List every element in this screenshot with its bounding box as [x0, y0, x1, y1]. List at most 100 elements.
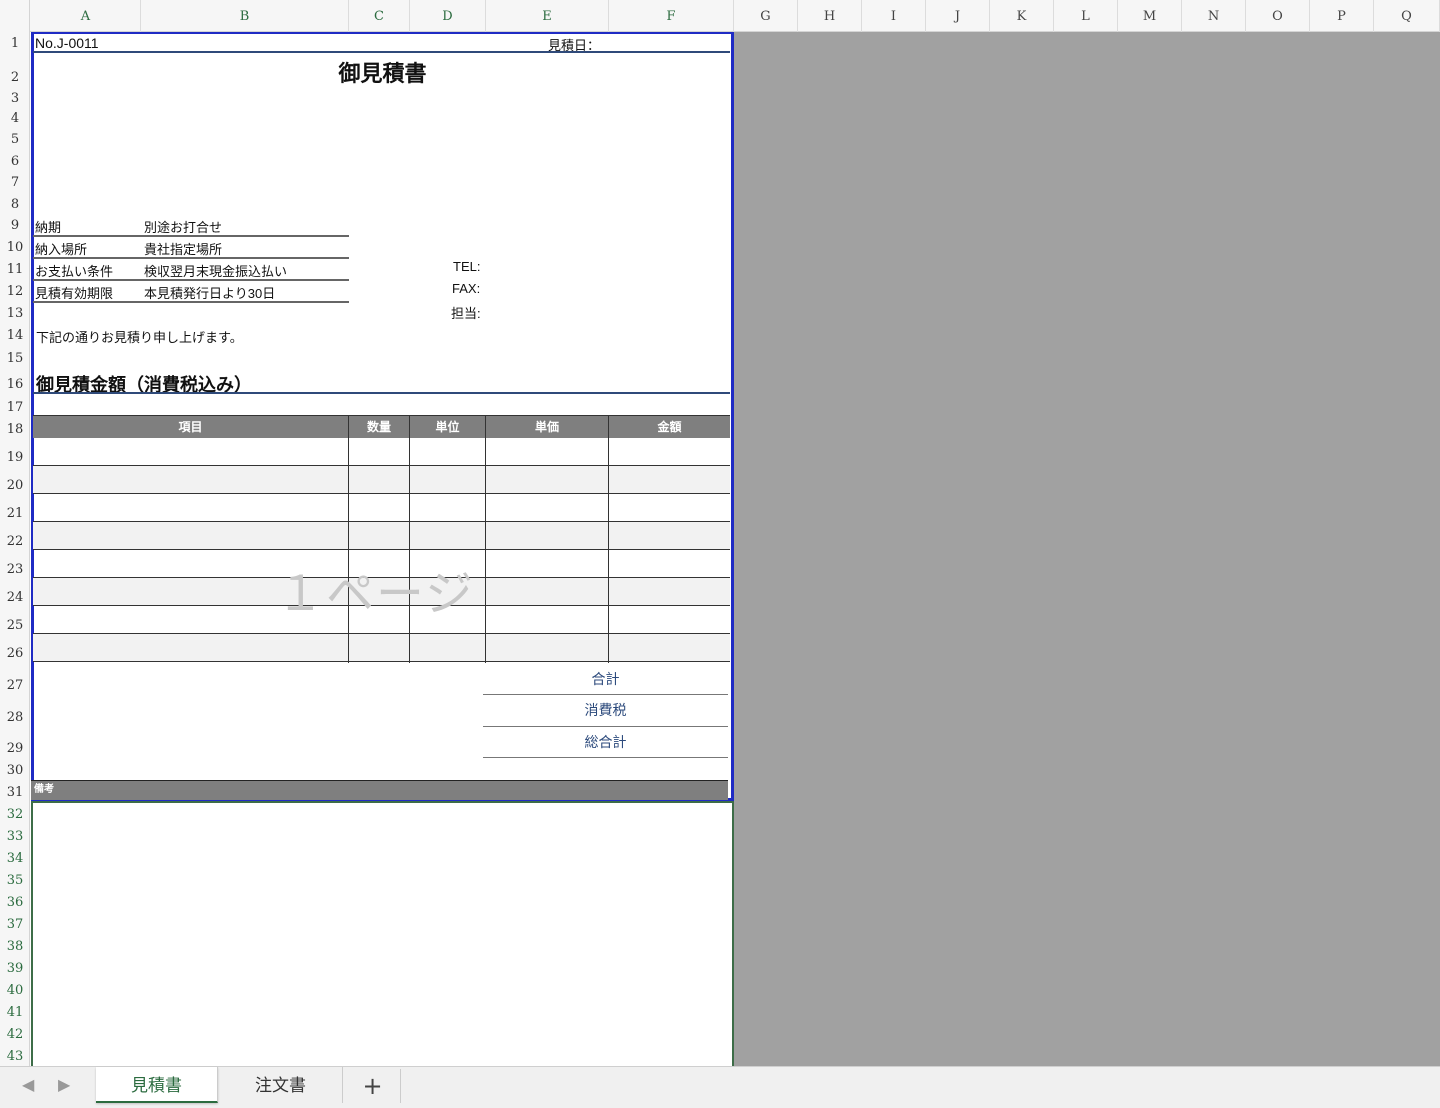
subtotal-underline [483, 694, 728, 695]
column-header-j[interactable]: J [926, 0, 990, 32]
row-header[interactable]: 41 [0, 1005, 30, 1020]
row-header[interactable]: 7 [0, 175, 30, 190]
table-row[interactable] [33, 634, 730, 662]
header-unit-price[interactable]: 単価 [486, 416, 609, 438]
row-header[interactable]: 34 [0, 851, 30, 866]
row-header[interactable]: 39 [0, 961, 30, 976]
tab-sheet-order[interactable]: 注文書 [219, 1067, 343, 1103]
column-header-i[interactable]: I [862, 0, 926, 32]
table-row[interactable] [33, 494, 730, 522]
row-header[interactable]: 5 [0, 132, 30, 147]
row-header[interactable]: 30 [0, 763, 30, 778]
column-header-h[interactable]: H [798, 0, 862, 32]
row-header[interactable]: 24 [0, 590, 30, 605]
table-row[interactable] [33, 522, 730, 550]
row-header[interactable]: 19 [0, 450, 30, 465]
row-header[interactable]: 40 [0, 983, 30, 998]
row-1-divider [33, 51, 730, 53]
row-header[interactable]: 17 [0, 400, 30, 415]
row-header[interactable]: 42 [0, 1027, 30, 1042]
prev-sheet-icon[interactable]: ◀ [22, 1075, 34, 1094]
row-header[interactable]: 33 [0, 829, 30, 844]
column-header-g[interactable]: G [734, 0, 798, 32]
row-header[interactable]: 29 [0, 741, 30, 756]
row-header[interactable]: 3 [0, 91, 30, 106]
row-header[interactable]: 10 [0, 240, 30, 255]
next-sheet-icon[interactable]: ▶ [58, 1075, 70, 1094]
column-header-l[interactable]: L [1054, 0, 1118, 32]
row-header[interactable]: 18 [0, 422, 30, 437]
row-header[interactable]: 35 [0, 873, 30, 888]
select-all-corner[interactable] [0, 0, 30, 32]
term-label-delivery[interactable]: 納期 [35, 217, 61, 236]
column-header-n[interactable]: N [1182, 0, 1246, 32]
row-header[interactable]: 23 [0, 562, 30, 577]
header-quantity[interactable]: 数量 [349, 416, 410, 438]
term-value-place[interactable]: 貴社指定場所 [144, 239, 222, 258]
column-header-b[interactable]: B [141, 0, 349, 32]
header-unit[interactable]: 単位 [410, 416, 486, 438]
term-value-payment[interactable]: 検収翌月末現金振込払い [144, 261, 287, 280]
term-value-delivery[interactable]: 別途お打合せ [144, 217, 222, 236]
row-header[interactable]: 43 [0, 1049, 30, 1064]
document-title[interactable]: 御見積書 [31, 56, 734, 88]
row-header[interactable]: 14 [0, 328, 30, 343]
row-header[interactable]: 12 [0, 284, 30, 299]
column-header-f[interactable]: F [609, 0, 734, 32]
row-header[interactable]: 11 [0, 262, 30, 277]
contact-label[interactable]: 担当: [451, 303, 481, 322]
term-label-payment[interactable]: お支払い条件 [35, 261, 113, 280]
row-header[interactable]: 13 [0, 306, 30, 321]
row-header[interactable]: 8 [0, 197, 30, 212]
subtotal-label[interactable]: 合計 [483, 669, 728, 689]
row-header[interactable]: 1 [0, 36, 30, 51]
row-header[interactable]: 27 [0, 678, 30, 693]
tel-label[interactable]: TEL: [453, 259, 480, 274]
quote-number[interactable]: No.J-0011 [35, 35, 99, 51]
add-sheet-button[interactable]: + [345, 1069, 401, 1103]
row-header[interactable]: 2 [0, 70, 30, 85]
total-label[interactable]: 総合計 [483, 732, 728, 752]
column-header-a[interactable]: A [31, 0, 141, 32]
column-header-o[interactable]: O [1246, 0, 1310, 32]
row-header[interactable]: 37 [0, 917, 30, 932]
header-item[interactable]: 項目 [33, 416, 349, 438]
row-header[interactable]: 6 [0, 154, 30, 169]
row-header[interactable]: 9 [0, 218, 30, 233]
table-row[interactable] [33, 438, 730, 466]
header-amount[interactable]: 金額 [609, 416, 730, 438]
row-header[interactable]: 21 [0, 506, 30, 521]
row-header[interactable]: 16 [0, 377, 30, 392]
remarks-header[interactable]: 備考 [31, 780, 728, 800]
tab-sheet-quote[interactable]: 見積書 [96, 1067, 218, 1103]
term-label-place[interactable]: 納入場所 [35, 239, 87, 258]
term-divider [33, 279, 349, 281]
column-header-k[interactable]: K [990, 0, 1054, 32]
row-header[interactable]: 22 [0, 534, 30, 549]
worksheet-grid[interactable]: No.J-0011 見積日： 御見積書 納期 別途お打合せ 納入場所 貴社指定場… [31, 32, 734, 1066]
fax-label[interactable]: FAX: [452, 281, 480, 296]
column-header-c[interactable]: C [349, 0, 410, 32]
row-header[interactable]: 31 [0, 785, 30, 800]
row-header[interactable]: 26 [0, 646, 30, 661]
row-header[interactable]: 28 [0, 710, 30, 725]
term-value-validity[interactable]: 本見積発行日より30日 [144, 283, 275, 302]
term-label-validity[interactable]: 見積有効期限 [35, 283, 113, 302]
row-header[interactable]: 32 [0, 807, 30, 822]
column-header-m[interactable]: M [1118, 0, 1182, 32]
row-header[interactable]: 4 [0, 111, 30, 126]
row-header[interactable]: 15 [0, 351, 30, 366]
row-header[interactable]: 20 [0, 478, 30, 493]
row-header[interactable]: 38 [0, 939, 30, 954]
row-header[interactable]: 25 [0, 618, 30, 633]
column-header-p[interactable]: P [1310, 0, 1374, 32]
tax-label[interactable]: 消費税 [483, 700, 728, 720]
row-header[interactable]: 36 [0, 895, 30, 910]
column-header-q[interactable]: Q [1374, 0, 1440, 32]
intro-text[interactable]: 下記の通りお見積り申し上げます。 [36, 327, 243, 346]
column-header-d[interactable]: D [410, 0, 486, 32]
non-print-area[interactable] [734, 32, 1440, 1066]
cell-region-below-print-area[interactable] [31, 801, 734, 1066]
table-row[interactable] [33, 466, 730, 494]
column-header-e[interactable]: E [486, 0, 609, 32]
